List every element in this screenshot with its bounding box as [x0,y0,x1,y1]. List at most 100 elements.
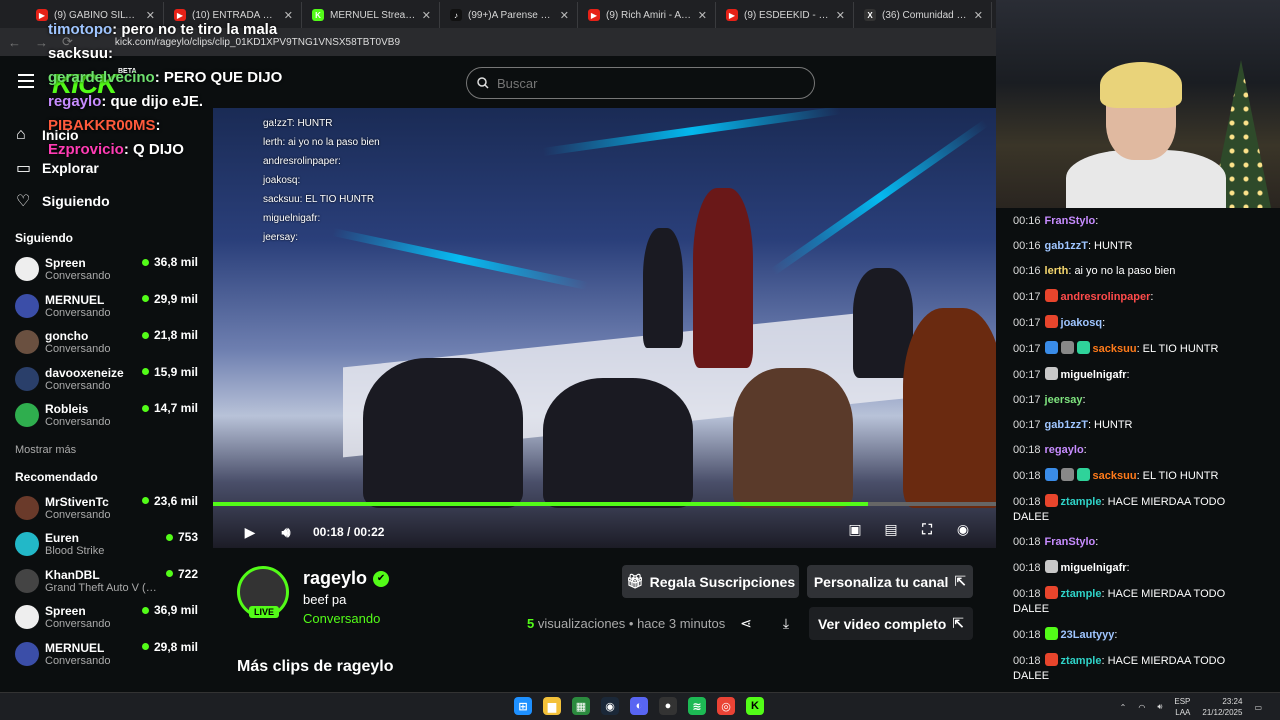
show-more-link[interactable]: Mostrar más [0,444,213,456]
video-progress-bar[interactable] [213,502,996,506]
chat-message: 00:18 FranStylo: [1013,535,1280,550]
chat-badge-icon [1044,560,1058,573]
sidebar-channel[interactable]: goncho Conversando 21,8 mil [0,324,213,361]
audience-member [733,368,853,508]
chat-username[interactable]: sacksuu [1093,343,1137,355]
close-tab-icon[interactable]: ✕ [974,9,983,22]
file-explorer-icon[interactable]: ▆ [543,697,561,715]
tab-title: MERNUEL Stream - Watch [330,9,416,21]
viewer-count-text: 36,9 mil [153,603,198,618]
chrome-icon[interactable]: ◎ [717,697,735,715]
discord-icon[interactable]: ◐ [630,697,648,715]
sidebar-channel[interactable]: Robleis Conversando 14,7 mil [0,397,213,434]
chat-username[interactable]: andresrolinpaper [1061,291,1151,303]
nav-item-siguiendo[interactable]: ♡ Siguiendo [0,184,213,217]
channel-info: goncho Conversando [45,329,136,355]
browser-tab[interactable]: ♪ (99+)A Parense de Manos ✕ [442,2,578,28]
channel-name[interactable]: rageylo ✔ [303,568,390,589]
play-icon[interactable]: ▶ [241,523,259,541]
tray-chevron-icon[interactable]: ⌃ [1120,703,1127,712]
chat-username[interactable]: ztample [1061,496,1102,508]
chat-colon: : [1087,419,1091,431]
category-link[interactable]: Conversando [303,611,380,626]
chat-username[interactable]: ztample [1061,588,1102,600]
app-icon[interactable]: ▦ [572,697,590,715]
sidebar-channel[interactable]: Spreen Conversando 36,8 mil [0,251,213,288]
browser-tab[interactable]: ▶ (9) Rich Amiri - AMIRI TR ✕ [580,2,716,28]
playback-speed-icon[interactable]: ◉ [954,520,972,538]
views-count: 5 [527,616,535,631]
video-player[interactable]: ga!zzT: HUNTR lerth: ai yo no la paso bie… [213,108,996,548]
chat-message: 00:17 jeersay: [1013,393,1280,408]
download-icon[interactable]: ⤓ [777,614,795,632]
forward-icon[interactable]: → [35,35,48,50]
volume-tray-icon[interactable]: 🔊︎ [1157,702,1162,712]
chat-username[interactable]: regaylo [1045,444,1084,456]
github-icon[interactable]: ● [659,697,677,715]
recommended-list: MrStivenTc Conversando 23,6 mil Euren Blood … [0,490,213,673]
home-icon: ⌂ [16,125,26,143]
chat-username[interactable]: sacksuu [1093,470,1137,482]
sidebar-channel[interactable]: Euren Blood Strike 753 [0,526,213,563]
chat-username[interactable]: joakosq [1061,317,1103,329]
browser-tab[interactable]: X (36) Comunidad JOSEO ✕ [856,2,992,28]
share-icon[interactable]: ⋖ [737,614,755,632]
chat-username[interactable]: jeersay [1045,394,1083,406]
back-icon[interactable]: ← [8,35,21,50]
chat-username[interactable]: gab1zzT [1045,419,1088,431]
customize-channel-button[interactable]: Personaliza tu canal ⇱ [807,565,973,598]
notifications-icon[interactable]: ▭ [1254,703,1262,712]
theater-mode-icon[interactable]: ▤ [882,520,900,538]
chat-username[interactable]: miguelnigafr [1061,369,1127,381]
chat-colon: : [1095,536,1099,548]
wifi-icon[interactable]: ◠ [1138,703,1145,712]
windows-start-icon[interactable]: ⊞ [514,697,532,715]
sidebar-channel[interactable]: MERNUEL Conversando 29,8 mil [0,636,213,673]
heart-icon: ♡ [16,192,31,210]
fullscreen-icon[interactable]: ⛶ [918,520,936,538]
browser-tab[interactable]: ▶ (9) ESDEEKID - 4 RAWS ✕ [718,2,854,28]
full-video-button[interactable]: Ver video completo ⇱ [809,607,973,640]
sidebar-channel[interactable]: MERNUEL Conversando 29,9 mil [0,288,213,325]
chat-message: 00:16 FranStylo: [1013,214,1280,229]
sidebar-channel[interactable]: MrStivenTc Conversando 23,6 mil [0,490,213,527]
clock[interactable]: 23:24 21/12/2025 [1202,696,1242,718]
steam-icon[interactable]: ◉ [601,697,619,715]
sidebar-channel[interactable]: KhanDBL Grand Theft Auto V (G... 722 [0,563,213,600]
menu-icon[interactable] [18,74,34,88]
search-input[interactable] [497,75,797,91]
chat-username[interactable]: FranStylo [1045,215,1096,227]
volume-icon[interactable]: 🔊︎ [277,523,295,541]
duration: 00:22 [353,525,385,539]
views-label: visualizaciones [537,616,626,631]
audience-member [543,378,693,508]
chat-username[interactable]: ztample [1061,655,1102,667]
search-box[interactable] [466,67,815,99]
chat-timestamp: 00:16 [1013,215,1041,227]
channel-category: Conversando [45,306,111,319]
close-tab-icon[interactable]: ✕ [560,9,569,22]
chat-username[interactable]: lerth [1045,265,1069,277]
miniplayer-icon[interactable]: ▣ [846,520,864,538]
viewer-count: 15,9 mil [141,365,213,379]
close-tab-icon[interactable]: ✕ [422,9,431,22]
chat-badge-icon [1060,468,1074,481]
kick-icon[interactable]: K [746,697,764,715]
sidebar-channel[interactable]: davooxeneize Conversando 15,9 mil [0,361,213,398]
chat-username[interactable]: gab1zzT [1045,240,1088,252]
sidebar-channel[interactable]: Spreen Conversando 36,9 mil [0,599,213,636]
close-tab-icon[interactable]: ✕ [698,9,707,22]
chat-text: HUNTR [1094,419,1133,431]
close-tab-icon[interactable]: ✕ [836,9,845,22]
chat-username[interactable]: miguelnigafr [1061,562,1127,574]
chat-badge-icon [1044,341,1058,354]
customize-label: Personaliza tu canal [813,573,949,590]
tab-title: (9) Rich Amiri - AMIRI TR [606,9,692,21]
chat-username[interactable]: 23Lautyyy [1061,629,1115,641]
tab-title: (9) ESDEEKID - 4 RAWS [744,9,830,21]
gift-subs-button[interactable]: 🎁︎ Regala Suscripciones [622,565,799,598]
chat-badge-icon [1076,468,1090,481]
chat-username[interactable]: FranStylo [1045,536,1096,548]
language-indicator[interactable]: ESP LAA [1174,696,1190,718]
spotify-icon[interactable]: ≋ [688,697,706,715]
